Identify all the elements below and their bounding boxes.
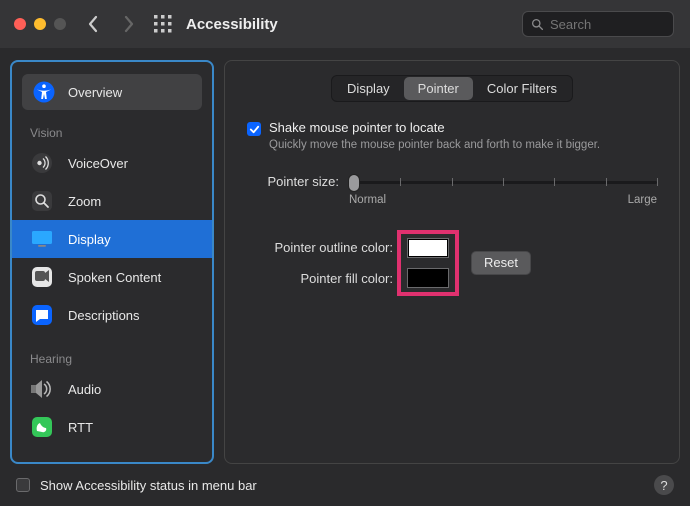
shake-to-locate-checkbox[interactable] (247, 122, 261, 136)
tab-bar: Display Pointer Color Filters (331, 75, 573, 102)
zoom-icon (30, 189, 54, 213)
status-in-menubar-checkbox[interactable] (16, 478, 30, 492)
sidebar: Overview Vision VoiceOver Zoom Display (10, 60, 214, 464)
search-field[interactable] (522, 11, 674, 37)
sidebar-item-display[interactable]: Display (12, 220, 212, 258)
sidebar-item-descriptions[interactable]: Descriptions (12, 296, 212, 334)
reset-button[interactable]: Reset (471, 251, 531, 275)
sidebar-item-label: RTT (68, 420, 93, 435)
sidebar-item-label: Descriptions (68, 308, 140, 323)
display-icon (30, 227, 54, 251)
sidebar-item-voiceover[interactable]: VoiceOver (12, 144, 212, 182)
sidebar-item-label: Audio (68, 382, 101, 397)
tab-pointer[interactable]: Pointer (404, 77, 473, 100)
minimize-window-button[interactable] (34, 18, 46, 30)
show-all-icon[interactable] (154, 15, 172, 33)
outline-color-well[interactable] (407, 238, 449, 258)
descriptions-icon (30, 303, 54, 327)
pointer-size-min-label: Normal (349, 194, 386, 206)
rtt-icon (30, 415, 54, 439)
voiceover-icon (30, 151, 54, 175)
search-icon (531, 18, 544, 31)
sidebar-item-rtt[interactable]: RTT (12, 408, 212, 446)
window-title: Accessibility (186, 16, 278, 33)
tab-display[interactable]: Display (333, 77, 404, 100)
sidebar-overview[interactable]: Overview (22, 74, 202, 110)
sidebar-item-label: Zoom (68, 194, 101, 209)
section-hearing-label: Hearing (12, 350, 212, 370)
zoom-window-button[interactable] (54, 18, 66, 30)
pointer-size-label: Pointer size: (253, 174, 339, 189)
shake-to-locate-label: Shake mouse pointer to locate (269, 120, 600, 135)
forward-button[interactable] (118, 13, 140, 35)
footer: Show Accessibility status in menu bar ? (0, 464, 690, 506)
spoken-content-icon (30, 265, 54, 289)
titlebar: Accessibility (0, 0, 690, 48)
status-in-menubar-label: Show Accessibility status in menu bar (40, 478, 257, 493)
nav-buttons (82, 13, 140, 35)
shake-to-locate-row: Shake mouse pointer to locate Quickly mo… (247, 120, 665, 154)
help-button[interactable]: ? (654, 475, 674, 495)
search-input[interactable] (550, 17, 665, 32)
shake-to-locate-description: Quickly move the mouse pointer back and … (269, 138, 600, 154)
main-panel: Display Pointer Color Filters Shake mous… (224, 60, 680, 464)
sidebar-item-label: VoiceOver (68, 156, 128, 171)
sidebar-item-spoken-content[interactable]: Spoken Content (12, 258, 212, 296)
section-vision-label: Vision (12, 124, 212, 144)
close-window-button[interactable] (14, 18, 26, 30)
audio-icon (30, 377, 54, 401)
sidebar-item-label: Display (68, 232, 111, 247)
pointer-size-slider[interactable] (349, 172, 657, 192)
sidebar-item-audio[interactable]: Audio (12, 370, 212, 408)
sidebar-overview-label: Overview (68, 85, 122, 100)
outline-color-label: Pointer outline color: (274, 240, 393, 255)
fill-color-label: Pointer fill color: (301, 271, 393, 286)
color-swatches-highlight (397, 230, 459, 296)
accessibility-icon (32, 80, 56, 104)
back-button[interactable] (82, 13, 104, 35)
tab-color-filters[interactable]: Color Filters (473, 77, 571, 100)
sidebar-item-zoom[interactable]: Zoom (12, 182, 212, 220)
fill-color-well[interactable] (407, 268, 449, 288)
window-controls (14, 18, 66, 30)
pointer-size-max-label: Large (628, 194, 657, 206)
sidebar-item-label: Spoken Content (68, 270, 161, 285)
